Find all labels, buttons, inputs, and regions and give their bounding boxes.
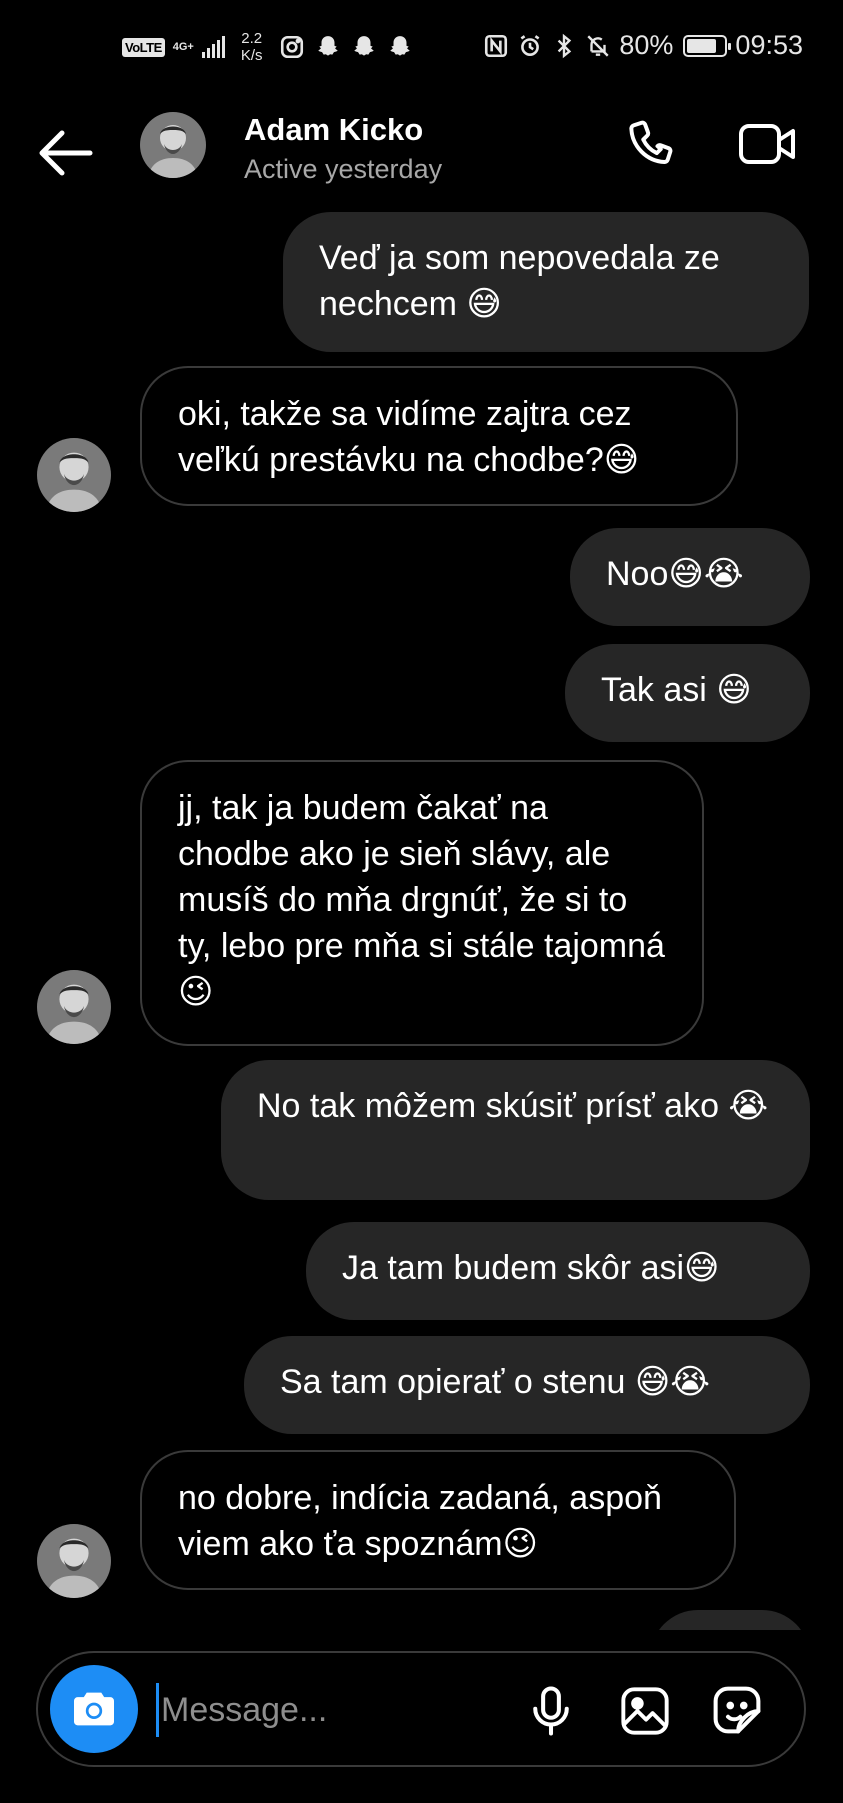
avatar[interactable] bbox=[140, 112, 206, 178]
snapchat-icon bbox=[317, 36, 338, 56]
bluetooth-icon bbox=[558, 33, 572, 58]
battery-icon bbox=[683, 34, 732, 57]
alarm-icon bbox=[520, 34, 540, 56]
message-text: jj, tak ja budem čakať na chodbe ako je … bbox=[178, 789, 665, 1011]
message-bubble[interactable]: Tak asi 😅 bbox=[565, 644, 810, 742]
signal-icon bbox=[201, 36, 225, 58]
camera-icon bbox=[74, 1692, 114, 1726]
message-bubble[interactable]: Ja tam budem skôr asi😅 bbox=[306, 1222, 810, 1320]
contact-name[interactable]: Adam Kicko bbox=[244, 112, 423, 148]
message-bubble[interactable]: Veď ja som nepovedala ze nechcem 😅 bbox=[283, 212, 809, 352]
status-bar-left: VoLTE 4G+ 2.2 K/s bbox=[122, 30, 413, 64]
message-input[interactable] bbox=[156, 1683, 456, 1737]
message-text: No tak môžem skúsiť prísť ako 😭 bbox=[257, 1087, 769, 1125]
back-arrow-icon[interactable] bbox=[36, 128, 94, 178]
mute-icon bbox=[587, 34, 609, 57]
message-bubble[interactable]: oki, takže sa vidíme zajtra cez veľkú pr… bbox=[140, 366, 738, 506]
message-text: Noo😅😭 bbox=[606, 555, 744, 593]
speed-value: 2.2 bbox=[241, 30, 263, 47]
instagram-icon bbox=[280, 35, 303, 59]
network-speed: 2.2 K/s bbox=[241, 30, 263, 64]
message-text: Veď ja som nepovedala ze nechcem 😅 bbox=[319, 239, 720, 323]
network-type: 4G+ bbox=[172, 40, 194, 53]
phone-icon[interactable] bbox=[622, 116, 678, 172]
message-bubble[interactable]: Sa tam opierať o stenu 😅😭 bbox=[244, 1336, 810, 1434]
camera-button[interactable] bbox=[50, 1665, 138, 1753]
message-text: Sa tam opierať o stenu 😅😭 bbox=[280, 1363, 711, 1401]
volte-badge: VoLTE bbox=[122, 37, 165, 57]
message-text: Tak asi 😅 bbox=[601, 671, 752, 709]
message-text: oki, takže sa vidíme zajtra cez veľkú pr… bbox=[178, 395, 640, 479]
message-list[interactable]: Veď ja som nepovedala ze nechcem 😅 oki, … bbox=[0, 210, 843, 1630]
avatar[interactable] bbox=[37, 970, 111, 1044]
status-bar: VoLTE 4G+ 2.2 K/s 80% 09:53 bbox=[0, 0, 843, 100]
microphone-icon[interactable] bbox=[524, 1683, 578, 1739]
message-text: no dobre, indícia zadaná, aspoň viem ako… bbox=[178, 1479, 662, 1563]
status-bar-right: 80% 09:53 bbox=[483, 30, 803, 61]
avatar[interactable] bbox=[37, 438, 111, 512]
gallery-icon[interactable] bbox=[618, 1685, 672, 1737]
video-call-icon[interactable] bbox=[738, 120, 798, 168]
sticker-icon[interactable] bbox=[710, 1683, 764, 1737]
message-bubble[interactable]: No tak môžem skúsiť prísť ako 😭 bbox=[221, 1060, 810, 1200]
message-bubble[interactable]: jj, tak ja budem čakať na chodbe ako je … bbox=[140, 760, 704, 1046]
message-composer bbox=[36, 1651, 806, 1767]
snapchat-icon bbox=[353, 36, 374, 56]
contact-status: Active yesterday bbox=[244, 154, 443, 184]
message-bubble[interactable]: no dobre, indícia zadaná, aspoň viem ako… bbox=[140, 1450, 736, 1590]
message-bubble[interactable]: Noo😅😭 bbox=[570, 528, 810, 626]
snapchat-icon bbox=[389, 36, 410, 56]
message-text: Ja tam budem skôr asi😅 bbox=[342, 1249, 720, 1287]
battery-percent: 80% bbox=[619, 30, 674, 60]
clock: 09:53 bbox=[735, 30, 803, 60]
speed-unit: K/s bbox=[240, 47, 263, 64]
avatar[interactable] bbox=[37, 1524, 111, 1598]
message-bubble-partial[interactable] bbox=[650, 1610, 810, 1630]
chat-header: Adam Kicko Active yesterday bbox=[0, 100, 843, 210]
nfc-icon bbox=[485, 34, 508, 57]
